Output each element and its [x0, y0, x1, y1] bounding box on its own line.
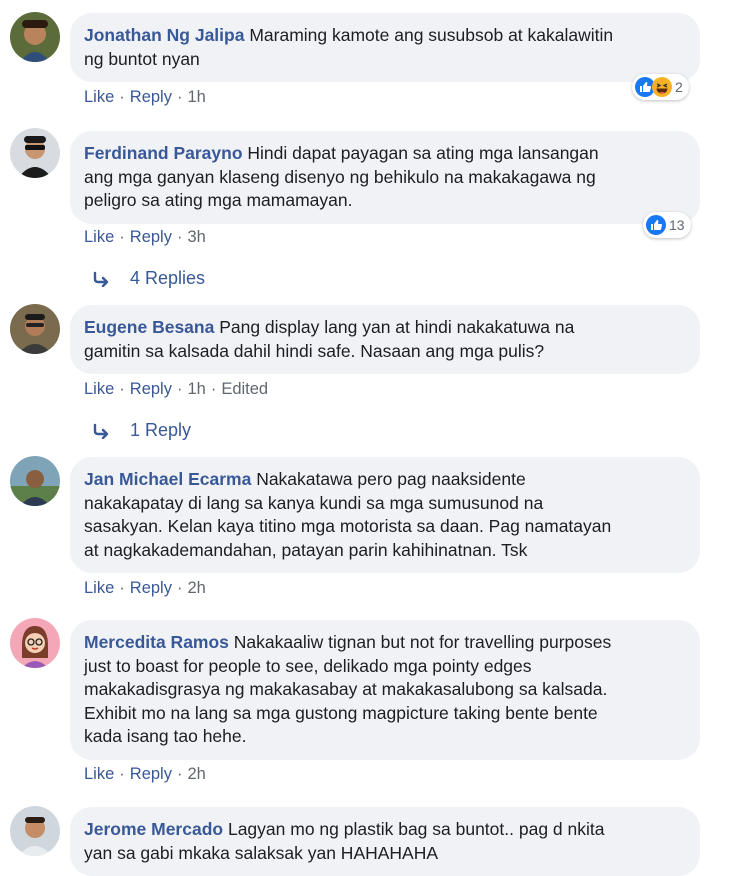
like-link[interactable]: Like — [84, 380, 114, 398]
like-link[interactable]: Like — [84, 579, 114, 597]
avatar[interactable] — [10, 12, 60, 62]
reaction-summary[interactable]: 2 — [632, 74, 689, 100]
reply-link[interactable]: Reply — [130, 88, 172, 106]
reply-link[interactable]: Reply — [130, 579, 172, 597]
reaction-count: 13 — [669, 217, 685, 233]
comment-bubble: Ferdinand Parayno Hindi dapat payagan sa… — [70, 131, 700, 224]
comment-bubble: Eugene Besana Pang display lang yan at h… — [70, 305, 700, 374]
view-replies-link[interactable]: 4 Replies — [92, 268, 205, 289]
comment-bubble: Jerome Mercado Lagyan mo ng plastik bag … — [70, 807, 700, 876]
haha-icon — [652, 77, 672, 97]
like-link[interactable]: Like — [84, 88, 114, 106]
reaction-count: 2 — [675, 79, 683, 95]
reply-link[interactable]: Reply — [130, 228, 172, 246]
reply-link[interactable]: Reply — [130, 765, 172, 783]
comment-actions: Like · Reply · 2h — [84, 765, 206, 783]
comment-time[interactable]: 1h — [187, 380, 205, 398]
avatar[interactable] — [10, 128, 60, 178]
comment-bubble: Jonathan Ng Jalipa Maraming kamote ang s… — [70, 13, 700, 82]
replies-count-label: 4 Replies — [130, 268, 206, 288]
comment-actions: Like · Reply · 1h — [84, 88, 206, 106]
view-replies-link[interactable]: 1 Reply — [92, 420, 191, 441]
comment-bubble: Jan Michael Ecarma Nakakatawa pero pag n… — [70, 457, 700, 573]
reply-arrow-icon — [93, 423, 109, 439]
avatar[interactable] — [10, 618, 60, 668]
comment-author[interactable]: Eugene Besana — [84, 317, 214, 337]
comment-author[interactable]: Mercedita Ramos — [84, 632, 229, 652]
comment-time[interactable]: 1h — [187, 88, 205, 106]
comment-bubble: Mercedita Ramos Nakakaaliw tignan but no… — [70, 620, 700, 760]
like-link[interactable]: Like — [84, 228, 114, 246]
avatar[interactable] — [10, 304, 60, 354]
comment-actions: Like · Reply · 3h — [84, 228, 206, 246]
comment-time[interactable]: 3h — [187, 228, 205, 246]
comment-author[interactable]: Jan Michael Ecarma — [84, 469, 251, 489]
reply-link[interactable]: Reply — [130, 380, 172, 398]
comment-actions: Like · Reply · 1h · Edited — [84, 380, 269, 398]
comment-author[interactable]: Jonathan Ng Jalipa — [84, 25, 244, 45]
edited-label[interactable]: Edited — [221, 380, 268, 398]
comment-time[interactable]: 2h — [187, 765, 205, 783]
reply-arrow-icon — [93, 271, 109, 287]
comment-author[interactable]: Ferdinand Parayno — [84, 143, 243, 163]
avatar[interactable] — [10, 456, 60, 506]
reaction-summary[interactable]: 13 — [643, 212, 691, 238]
comment-author[interactable]: Jerome Mercado — [84, 819, 223, 839]
comment-time[interactable]: 2h — [187, 579, 205, 597]
replies-count-label: 1 Reply — [130, 420, 192, 440]
like-link[interactable]: Like — [84, 765, 114, 783]
avatar[interactable] — [10, 806, 60, 856]
like-icon — [646, 215, 666, 235]
comment-actions: Like · Reply · 2h — [84, 579, 206, 597]
